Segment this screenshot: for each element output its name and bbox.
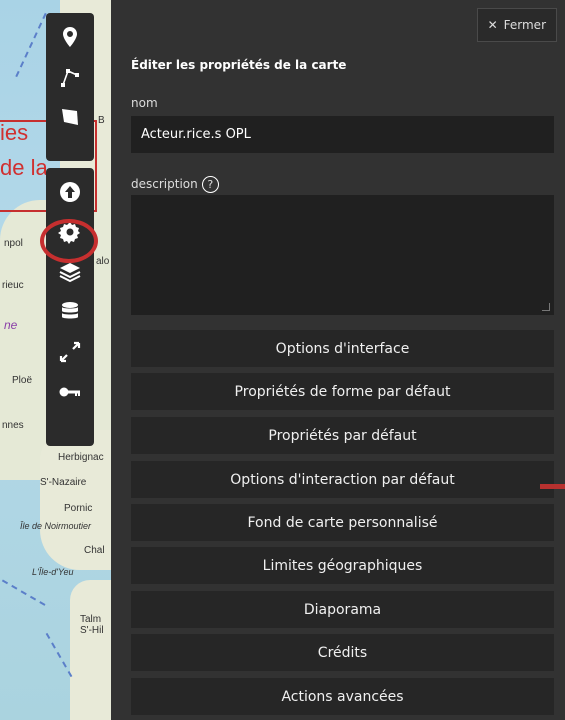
close-button[interactable]: ✕ Fermer bbox=[476, 8, 557, 42]
permissions-tool[interactable] bbox=[46, 372, 94, 412]
place-label: nnes bbox=[2, 420, 24, 431]
default-properties-button[interactable]: Propriétés par défaut bbox=[131, 417, 554, 454]
boundary-line bbox=[15, 12, 47, 78]
place-label: rieuc bbox=[2, 280, 24, 291]
resize-grip-icon[interactable] bbox=[542, 303, 550, 311]
geographic-limits-button[interactable]: Limites géographiques bbox=[131, 547, 554, 584]
interface-options-button[interactable]: Options d'interface bbox=[131, 330, 554, 367]
default-shape-properties-button[interactable]: Propriétés de forme par défaut bbox=[131, 373, 554, 410]
description-label-text: description bbox=[131, 177, 198, 191]
place-label: npol bbox=[4, 238, 23, 249]
credits-button[interactable]: Crédits bbox=[131, 634, 554, 671]
close-label: Fermer bbox=[503, 18, 546, 32]
database-icon bbox=[62, 302, 78, 319]
place-label: Île de Noirmoutier bbox=[20, 521, 92, 531]
annotation-mark bbox=[540, 484, 565, 489]
resize-tool[interactable] bbox=[46, 332, 94, 372]
upload-icon bbox=[60, 182, 80, 202]
place-label: alo bbox=[96, 256, 110, 267]
help-icon[interactable]: ? bbox=[201, 176, 219, 193]
upload-tool[interactable] bbox=[46, 172, 94, 212]
draw-toolbar bbox=[46, 13, 94, 161]
polygon-tool[interactable] bbox=[46, 97, 94, 137]
name-label: nom bbox=[131, 96, 158, 110]
panel-title: Éditer les propriétés de la carte bbox=[131, 58, 347, 72]
place-label: Ploë bbox=[12, 375, 33, 386]
resize-icon bbox=[59, 341, 81, 363]
advanced-actions-button[interactable]: Actions avancées bbox=[131, 678, 554, 715]
key-icon bbox=[59, 387, 80, 397]
place-label: Herbignac bbox=[58, 452, 104, 463]
name-input[interactable] bbox=[131, 116, 554, 153]
place-label: S'-Nazaire bbox=[40, 477, 87, 488]
polyline-icon bbox=[61, 69, 79, 87]
properties-panel: ✕ Fermer Éditer les propriétés de la car… bbox=[111, 0, 565, 720]
description-textarea[interactable] bbox=[131, 195, 554, 315]
settings-toolbar bbox=[46, 168, 94, 446]
slideshow-button[interactable]: Diaporama bbox=[131, 591, 554, 628]
close-icon: ✕ bbox=[487, 18, 498, 32]
polygon-icon bbox=[62, 109, 78, 125]
description-label: description? bbox=[131, 176, 219, 193]
marker-tool[interactable] bbox=[46, 17, 94, 57]
place-label: B bbox=[98, 115, 105, 126]
default-interaction-options-button[interactable]: Options d'interaction par défaut bbox=[131, 461, 554, 498]
layers-icon bbox=[59, 263, 81, 283]
place-label: S'-Hil bbox=[80, 625, 104, 636]
annotation-circle bbox=[40, 219, 98, 263]
boundary-line bbox=[45, 632, 73, 678]
data-tool[interactable] bbox=[46, 292, 94, 332]
place-label: L'Île-d'Yeu bbox=[32, 567, 74, 577]
land-area bbox=[40, 430, 120, 570]
polyline-tool[interactable] bbox=[46, 57, 94, 97]
place-label: Pornic bbox=[64, 503, 93, 514]
place-label: Talm bbox=[80, 614, 102, 625]
custom-background-button[interactable]: Fond de carte personnalisé bbox=[131, 504, 554, 541]
marker-icon bbox=[63, 27, 77, 47]
place-label: Chal bbox=[84, 545, 105, 556]
place-label: ne bbox=[4, 318, 18, 332]
boundary-line bbox=[0, 574, 46, 606]
